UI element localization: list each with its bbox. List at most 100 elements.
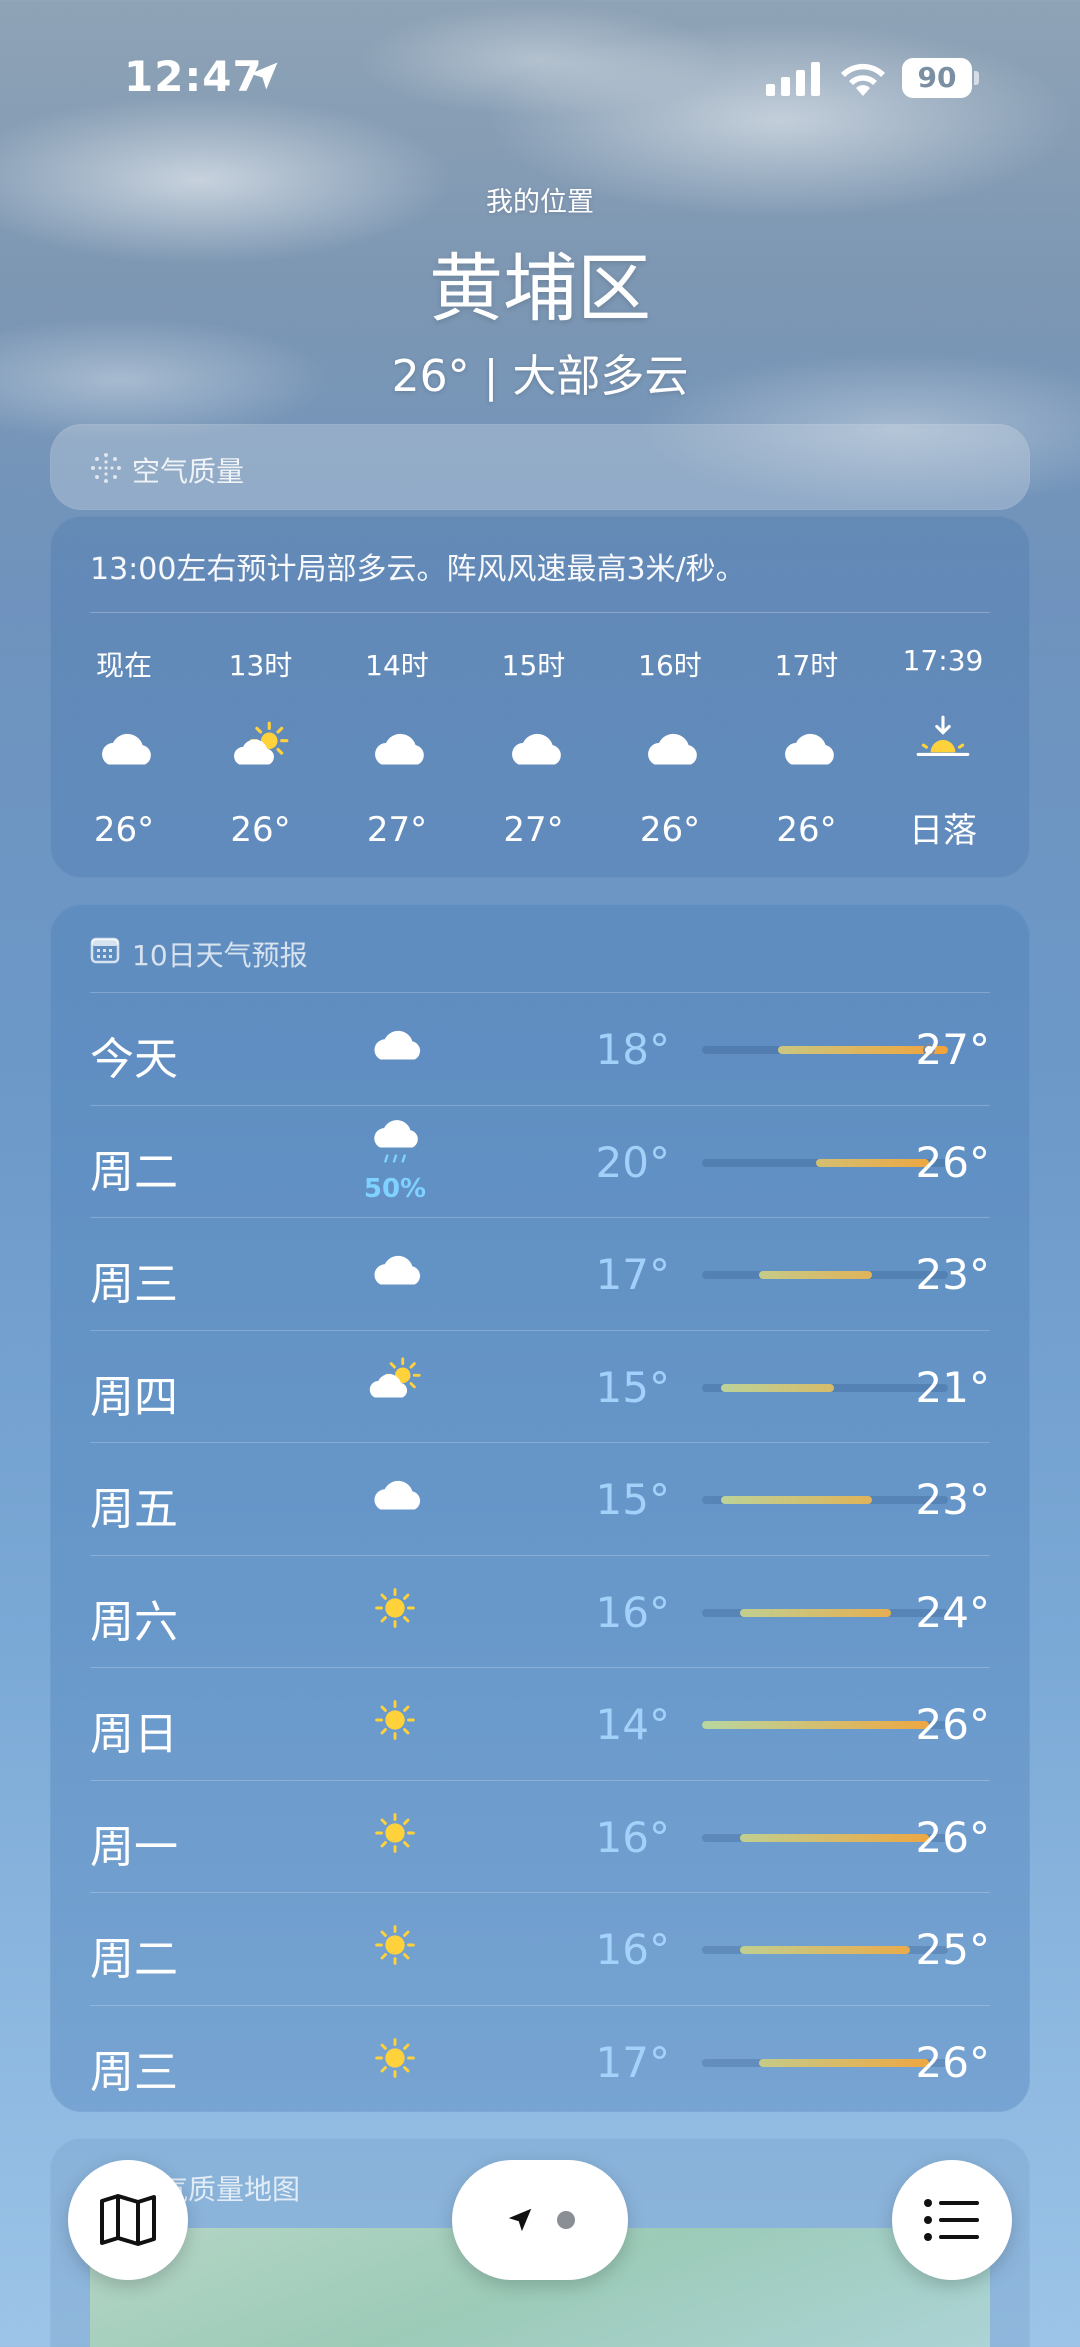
temp-range-fill xyxy=(739,1833,930,1842)
forecast-row[interactable]: 周六 16° 24° xyxy=(90,1554,990,1667)
partly-sunny-icon xyxy=(201,714,321,784)
battery-percent: 90 xyxy=(917,61,957,94)
precipitation-chance: 50% xyxy=(363,1173,427,1204)
forecast-row[interactable]: 周二 50% 20° 26° xyxy=(90,1104,990,1217)
location-page-indicator[interactable] xyxy=(452,2160,628,2280)
hour-temp: 27° xyxy=(503,810,564,850)
high-temp: 21° xyxy=(915,1362,990,1412)
current-conditions: 26° | 大部多云 xyxy=(391,351,689,402)
status-bar: 12:47 90 xyxy=(0,50,1080,110)
day-label: 周四 xyxy=(90,1371,178,1423)
hourly-forecast-card[interactable]: 13:00左右预计局部多云。阵风风速最高3米/秒。 现在 26° 13时 26° 1… xyxy=(50,516,1030,878)
forecast-row[interactable]: 周五 15° 23° xyxy=(90,1442,990,1554)
hourly-summary: 13:00左右预计局部多云。阵风风速最高3米/秒。 xyxy=(90,552,746,587)
sun-icon xyxy=(360,1803,430,1863)
high-temp: 26° xyxy=(915,1812,990,1862)
high-temp: 27° xyxy=(915,1025,990,1074)
day-label: 周二 xyxy=(90,1934,178,1985)
sun-icon xyxy=(360,1915,430,1975)
forecast-row[interactable]: 周三 17° 26° xyxy=(90,2004,990,2117)
day-label: 周日 xyxy=(90,1709,178,1760)
hour-temp: 日落 xyxy=(909,811,977,851)
high-temp: 23° xyxy=(915,1250,990,1299)
low-temp: 15° xyxy=(595,1362,670,1412)
forecast-row[interactable]: 周三 17° 23° xyxy=(90,1217,990,1329)
forecast-row[interactable]: 周二 16° 25° xyxy=(90,1892,990,2004)
ten-day-forecast-card[interactable]: 10日天气预报 今天 18° 27° 周二 50% 20° 26° 周三 17° 2… xyxy=(50,904,1030,2112)
map-icon xyxy=(100,2194,156,2246)
day-label: 周六 xyxy=(90,1596,178,1648)
sun-icon xyxy=(360,2028,430,2088)
low-temp: 15° xyxy=(595,1475,670,1524)
temp-range-fill xyxy=(739,1608,892,1617)
hour-label: 17:39 xyxy=(902,644,984,677)
high-temp: 26° xyxy=(915,2037,990,2087)
temp-range-fill xyxy=(815,1158,930,1167)
temp-range-bar xyxy=(702,1271,948,1279)
day-label: 周五 xyxy=(90,1484,178,1535)
high-temp: 25° xyxy=(915,1925,990,1974)
temp-range-bar xyxy=(702,1383,948,1392)
cloud-icon xyxy=(360,1465,430,1525)
temp-range-bar xyxy=(702,1608,948,1617)
location-arrow-icon xyxy=(508,2208,532,2232)
wifi-icon xyxy=(841,63,885,96)
rain-cloud-icon xyxy=(360,1116,430,1176)
cloud-icon xyxy=(747,714,867,784)
cloud-icon xyxy=(360,1240,430,1300)
hour-label: 13时 xyxy=(228,649,293,682)
hour-label: 15时 xyxy=(501,649,566,682)
day-label: 周三 xyxy=(90,1259,178,1310)
hourly-item: 17时 26° xyxy=(747,644,867,850)
map-button[interactable] xyxy=(68,2160,188,2280)
hour-temp: 26° xyxy=(230,810,291,850)
hour-temp: 26° xyxy=(639,810,701,850)
location-header: 我的位置 黄埔区 26° | 大部多云 xyxy=(0,180,1080,404)
cellular-signal-icon xyxy=(766,62,820,96)
temp-range-fill xyxy=(702,1721,930,1729)
city-list-button[interactable] xyxy=(892,2160,1012,2280)
cloud-icon xyxy=(474,714,594,784)
air-quality-icon xyxy=(91,453,121,483)
hour-label: 现在 xyxy=(95,649,152,682)
forecast-row[interactable]: 周四 15° 21° xyxy=(90,1329,990,1442)
day-label: 周三 xyxy=(90,2046,178,2098)
temp-range-bar xyxy=(702,1946,948,1954)
high-temp: 26° xyxy=(915,1700,990,1749)
ten-day-title: 10日天气预报 xyxy=(132,939,308,972)
temp-range-fill xyxy=(758,2058,930,2067)
forecast-row[interactable]: 周日 14° 26° xyxy=(90,1667,990,1779)
hourly-item: 17:39 日落 xyxy=(883,644,1003,852)
sun-icon xyxy=(360,1578,430,1638)
cloud-icon xyxy=(337,714,457,784)
low-temp: 16° xyxy=(595,1925,670,1974)
low-temp: 16° xyxy=(595,1812,670,1862)
forecast-row[interactable]: 今天 18° 27° xyxy=(90,992,990,1104)
list-icon xyxy=(924,2199,979,2241)
status-time: 12:47 xyxy=(124,52,263,101)
partly-sunny-icon xyxy=(360,1353,430,1413)
temp-range-fill xyxy=(720,1496,873,1504)
high-temp: 26° xyxy=(915,1137,990,1187)
air-quality-label: 空气质量 xyxy=(132,455,245,488)
temp-range-bar xyxy=(702,1721,948,1729)
location-arrow-icon xyxy=(250,62,278,90)
low-temp: 14° xyxy=(595,1700,670,1749)
hour-label: 16时 xyxy=(638,649,702,682)
battery-indicator: 90 xyxy=(902,58,980,98)
cloud-icon xyxy=(64,714,184,784)
low-temp: 20° xyxy=(595,1137,670,1187)
day-label: 今天 xyxy=(90,1034,178,1085)
calendar-icon xyxy=(90,937,120,964)
temp-range-bar xyxy=(702,2058,948,2067)
forecast-row[interactable]: 周一 16° 26° xyxy=(90,1779,990,1892)
air-quality-card[interactable]: 空气质量 xyxy=(50,424,1030,510)
temp-range-bar xyxy=(702,1833,948,1842)
hour-label: 14时 xyxy=(365,649,429,682)
cloud-icon xyxy=(360,1015,430,1075)
temp-range-fill xyxy=(758,1271,873,1279)
low-temp: 17° xyxy=(595,2037,670,2087)
temp-range-fill xyxy=(739,1946,911,1954)
hour-temp: 26° xyxy=(93,810,155,850)
day-label: 周二 xyxy=(90,1146,178,1198)
